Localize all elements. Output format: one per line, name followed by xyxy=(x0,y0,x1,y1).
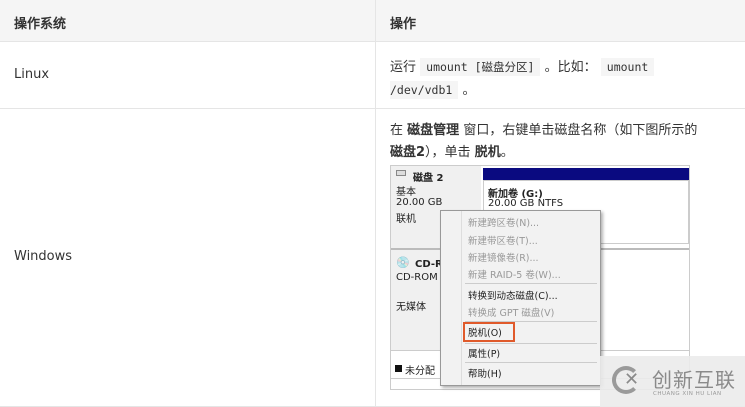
text: 在 xyxy=(390,123,404,138)
menu-separator xyxy=(465,343,597,344)
volume-size: 20.00 GB NTFS xyxy=(488,198,564,209)
bold-offline: 脱机 xyxy=(474,145,501,160)
watermark-x-icon: ✕ xyxy=(624,369,640,390)
cdrom-name: CD-R xyxy=(415,259,443,270)
menu-separator xyxy=(465,283,597,284)
os-linux: Linux xyxy=(14,67,50,82)
header-action: 操作 xyxy=(390,17,417,32)
menu-item-new-spanned[interactable]: 新建跨区卷(N)... xyxy=(468,215,539,229)
text: 运行 xyxy=(390,60,417,75)
menu-item-new-raid5[interactable]: 新建 RAID-5 卷(W)... xyxy=(468,267,561,281)
menu-item-properties[interactable]: 属性(P) xyxy=(468,346,500,360)
disk-name: 磁盘 2 xyxy=(413,173,444,184)
cdrom-icon: 💿 xyxy=(396,256,410,269)
watermark-text: 创新互联 xyxy=(652,368,736,392)
menu-gutter xyxy=(461,211,462,385)
menu-separator xyxy=(465,362,597,363)
windows-action: 在 磁盘管理 窗口，右键单击磁盘名称（如下图所示的 磁盘2），单击 脱机。 xyxy=(390,120,735,164)
disk-size: 20.00 GB xyxy=(396,197,443,208)
menu-item-help[interactable]: 帮助(H) xyxy=(468,366,502,380)
column-divider xyxy=(375,0,376,407)
cdrom-media: 无媒体 xyxy=(396,302,426,313)
menu-item-convert-gpt[interactable]: 转换成 GPT 磁盘(V) xyxy=(468,305,554,319)
bold-disk2: 磁盘2 xyxy=(390,145,426,160)
text: 。比如： xyxy=(544,60,597,75)
disk-type: 基本 xyxy=(396,187,416,198)
text: 。 xyxy=(462,83,476,98)
watermark: ✕ 创新互联 CHUANG XIN HU LIAN xyxy=(600,356,745,407)
header-os: 操作系统 xyxy=(14,17,67,32)
code-example: umount xyxy=(600,58,655,76)
table-header xyxy=(0,0,745,42)
volume-bar xyxy=(483,168,689,180)
cdrom-type: CD-ROM xyxy=(396,272,438,283)
watermark-subtext: CHUANG XIN HU LIAN xyxy=(653,391,722,397)
disk-icon xyxy=(396,170,406,176)
linux-action: 运行 umount [磁盘分区] 。比如： umount /dev/vdb1 。 xyxy=(390,56,735,102)
menu-item-offline[interactable]: 脱机(O) xyxy=(468,325,502,339)
code-umount: umount [磁盘分区] xyxy=(420,58,541,76)
menu-item-new-striped[interactable]: 新建带区卷(T)... xyxy=(468,233,538,247)
disk-status: 联机 xyxy=(396,214,416,225)
menu-item-convert-dynamic[interactable]: 转换到动态磁盘(C)... xyxy=(468,288,558,302)
row-divider xyxy=(0,108,745,109)
os-windows: Windows xyxy=(14,249,73,264)
text: 。 xyxy=(500,145,514,160)
unallocated-swatch xyxy=(395,365,402,372)
text: ），单击 xyxy=(425,145,471,160)
context-menu: 新建跨区卷(N)... 新建带区卷(T)... 新建镜像卷(R)... 新建 R… xyxy=(440,210,601,386)
menu-item-new-mirrored[interactable]: 新建镜像卷(R)... xyxy=(468,250,539,264)
code-example-path: /dev/vdb1 xyxy=(390,81,459,99)
legend-unallocated: 未分配 xyxy=(405,366,435,377)
text: 窗口，右键单击磁盘名称（如下图所示的 xyxy=(463,123,698,138)
bold-disk-management: 磁盘管理 xyxy=(407,123,460,138)
